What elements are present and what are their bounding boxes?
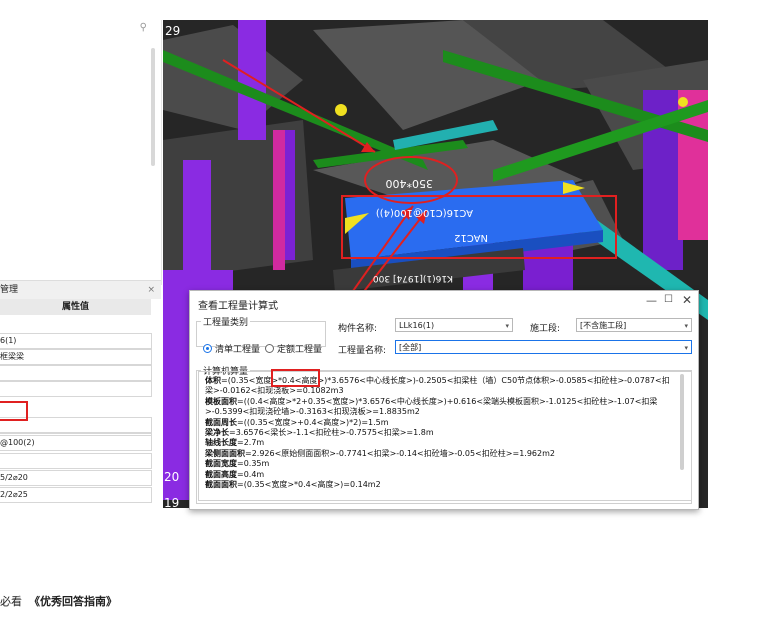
beam-rebar-label: AC16(C10@100(4)) [376, 207, 473, 218]
highlight-box [271, 369, 320, 387]
formula-name: 截面面积 [205, 480, 237, 490]
formula-line: 梁净长=3.6576<梁长>-1.1<扣砼柱>-0.7575<扣梁>=1.8m [205, 428, 677, 438]
property-cell[interactable]: 框梁梁 [0, 349, 152, 365]
formula-line: 梁侧面面积=2.926<原始侧面面积>-0.7741<扣梁>-0.14<扣砼墙>… [205, 449, 677, 459]
property-cell[interactable]: 6(1) [0, 333, 152, 349]
property-cell[interactable]: 2/2⌀25 [0, 487, 152, 503]
close-icon[interactable]: ✕ [682, 293, 692, 307]
radio-selected-icon [203, 344, 212, 353]
formula-name: 截面宽度 [205, 459, 237, 469]
formula-name: 梁净长 [205, 428, 229, 438]
component-name-label: 构件名称: [338, 324, 378, 334]
radio-bill-quantity[interactable]: 清单工程量 [203, 342, 260, 355]
property-panel: ⚲ 管理 × 属性值 6(1) 框梁梁 @100(2) 5/2⌀20 2/2⌀2… [0, 20, 162, 508]
formula-expression: =(0.35<宽度>*0.4<高度>)=0.14m2 [237, 480, 381, 490]
radio-quota-quantity[interactable]: 定额工程量 [265, 342, 322, 355]
axis-label: 20 [164, 470, 180, 484]
quantity-formula-dialog: 查看工程量计算式 — ☐ ✕ 工程量类别 清单工程量 定额工程量 构件名称: L… [189, 290, 699, 510]
beam-dimension-label: 350*400 [386, 177, 434, 190]
component-name-value: LLk16(1) [399, 321, 435, 330]
formula-expression: =((0.35<宽度>+0.4<高度>)*2)=1.5m [237, 417, 389, 427]
component-name-select[interactable]: LLk16(1) ▾ [395, 318, 513, 332]
formula-name: 梁侧面面积 [205, 448, 245, 458]
property-cell[interactable] [0, 381, 152, 397]
formula-expression: =0.35m [237, 459, 270, 469]
formula-line: 截面周长=((0.35<宽度>+0.4<高度>)*2)=1.5m [205, 418, 677, 428]
search-icon[interactable]: ⚲ [140, 22, 147, 33]
maximize-icon[interactable]: ☐ [664, 294, 673, 305]
property-cell[interactable]: 5/2⌀20 [0, 470, 152, 486]
quantity-name-label: 工程量名称: [338, 346, 387, 356]
axis-label: 29 [165, 24, 181, 38]
formula-text-area[interactable]: 体积=(0.35<宽度>*0.4<高度>)*3.6576<中心线长度>)-0.2… [198, 371, 692, 501]
formula-line: 截面高度=0.4m [205, 470, 677, 480]
formula-expression: =((0.4<高度>*2+0.35<宽度>)*3.6576<中心线长度>)+0.… [205, 396, 658, 417]
formula-expression: =2.7m [237, 438, 265, 448]
formula-name: 模板面积 [205, 396, 237, 406]
chevron-down-icon: ▾ [684, 344, 688, 352]
segment-label: 施工段: [530, 324, 561, 334]
formula-lines: 体积=(0.35<宽度>*0.4<高度>)*3.6576<中心线长度>)-0.2… [205, 376, 677, 490]
property-value-header: 属性值 [0, 299, 151, 315]
property-cell[interactable]: @100(2) [0, 435, 152, 451]
beam-name-label: NAC12 [454, 232, 488, 243]
segment-value: [不含施工段] [580, 321, 627, 330]
property-panel-titlebar: 管理 × [0, 280, 161, 299]
close-icon[interactable]: × [147, 281, 155, 299]
formula-name: 轴线长度 [205, 438, 237, 448]
footer-prefix: 必看 [0, 595, 22, 608]
highlight-box [0, 401, 28, 421]
property-cell[interactable] [0, 365, 152, 381]
tree-scrollbar[interactable] [151, 48, 155, 166]
radio-label: 清单工程量 [215, 345, 261, 355]
formula-scrollbar[interactable] [680, 374, 684, 470]
formula-expression: =2.926<原始侧面面积>-0.7741<扣梁>-0.14<扣砼墙>-0.05… [245, 448, 555, 458]
formula-name: 截面高度 [205, 469, 237, 479]
quantity-name-value: [全部] [399, 343, 422, 352]
dialog-title: 查看工程量计算式 [198, 301, 278, 312]
formula-expression: =0.4m [237, 469, 265, 479]
formula-line: 截面宽度=0.35m [205, 459, 677, 469]
footer-note: 必看 《优秀回答指南》 [0, 593, 117, 609]
quantity-name-select[interactable]: [全部] ▾ [395, 340, 692, 354]
property-panel-title: 管理 [0, 285, 19, 295]
quantity-type-group: 工程量类别 清单工程量 定额工程量 [196, 315, 326, 355]
axis-label: 19 [164, 496, 180, 508]
property-cell[interactable] [0, 453, 152, 469]
quantity-type-legend: 工程量类别 [203, 318, 249, 328]
formula-name: 截面周长 [205, 417, 237, 427]
chevron-down-icon: ▾ [505, 322, 509, 330]
chevron-down-icon: ▾ [684, 322, 688, 330]
formula-expression: =3.6576<梁长>-1.1<扣砼柱>-0.7575<扣梁>=1.8m [229, 428, 434, 438]
minimize-icon[interactable]: — [646, 294, 657, 307]
segment-select[interactable]: [不含施工段] ▾ [576, 318, 692, 332]
beam-code-label: K16(1)[1974] 300 [373, 273, 453, 283]
formula-name: 体积 [205, 376, 221, 385]
component-tree-area: ⚲ [0, 20, 162, 285]
radio-unselected-icon [265, 344, 274, 353]
formula-line: 轴线长度=2.7m [205, 438, 677, 448]
guide-link[interactable]: 《优秀回答指南》 [29, 595, 117, 608]
formula-line: 截面面积=(0.35<宽度>*0.4<高度>)=0.14m2 [205, 480, 677, 490]
radio-label: 定额工程量 [277, 345, 323, 355]
formula-line: 模板面积=((0.4<高度>*2+0.35<宽度>)*3.6576<中心线长度>… [205, 397, 677, 418]
